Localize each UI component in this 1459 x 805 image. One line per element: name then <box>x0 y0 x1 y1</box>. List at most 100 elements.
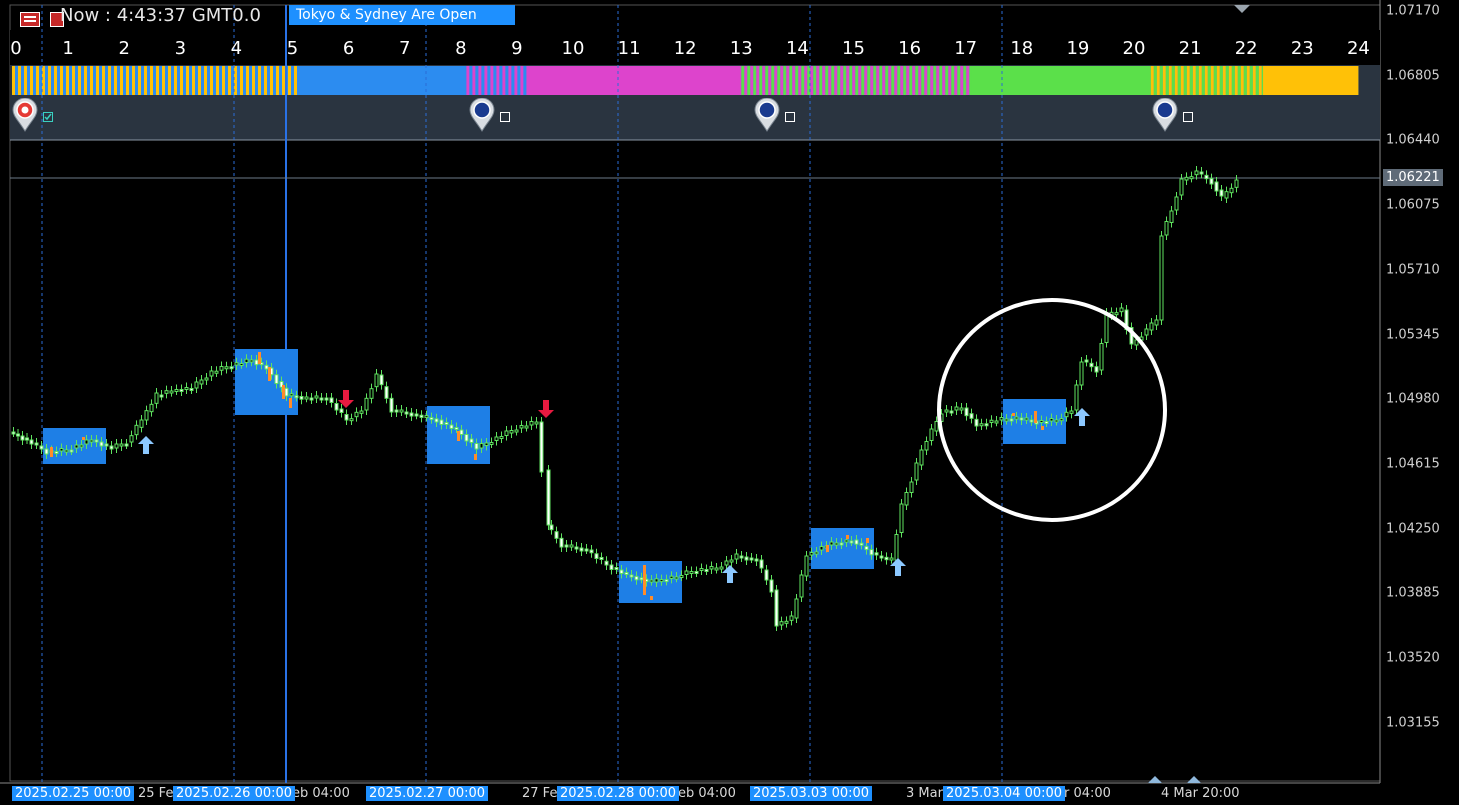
candle-body <box>39 445 44 450</box>
stripe <box>825 66 829 95</box>
stripe <box>72 66 75 95</box>
stripe <box>1171 66 1175 95</box>
japan-flag-pin-icon[interactable] <box>12 97 38 132</box>
candle-body <box>494 436 499 441</box>
price-label: 1.07170 <box>1386 3 1440 19</box>
stripe <box>1234 66 1238 95</box>
stripe <box>1150 66 1154 95</box>
stripe <box>192 66 195 95</box>
hour-label: 23 <box>1290 38 1314 59</box>
menu-icon[interactable] <box>20 12 40 27</box>
hour-label: 4 <box>230 38 243 59</box>
candle-body <box>959 407 964 411</box>
candle-body <box>779 621 784 626</box>
stripe <box>963 66 967 95</box>
stripe <box>144 66 147 95</box>
candle-body <box>919 449 924 466</box>
stripe <box>1153 66 1157 95</box>
stripe <box>120 66 123 95</box>
price-label: 1.03520 <box>1386 650 1440 666</box>
candle-body <box>674 576 679 580</box>
candle-body <box>924 441 929 451</box>
candle-body <box>554 531 559 539</box>
new-york-checkbox[interactable] <box>785 112 795 122</box>
tokyo-checkbox[interactable] <box>43 112 53 122</box>
candle-body <box>546 469 551 526</box>
candle-body <box>264 364 269 370</box>
candle-body <box>994 420 999 424</box>
candle-body <box>549 524 554 531</box>
candle-body <box>869 549 874 556</box>
hour-label: 0 <box>10 38 22 59</box>
stripe <box>897 66 901 95</box>
stripe <box>225 66 228 95</box>
stripe <box>843 66 847 95</box>
candle-body-down <box>457 431 460 441</box>
candle-body <box>1214 181 1219 192</box>
price-label: 1.03155 <box>1386 715 1440 731</box>
stripe <box>78 66 81 95</box>
stripe <box>108 66 111 95</box>
stripe <box>75 66 78 95</box>
wellington-checkbox[interactable] <box>1183 112 1193 122</box>
scroll-marker-icon[interactable] <box>1234 5 1250 13</box>
stripe <box>183 66 186 95</box>
stripe <box>1165 66 1169 95</box>
stripe <box>834 66 838 95</box>
stripe <box>282 66 285 95</box>
candle-body <box>449 424 454 429</box>
candle-body <box>424 415 429 419</box>
new-zealand-flag-pin-icon[interactable] <box>1152 97 1178 132</box>
usa-flag-pin-icon[interactable] <box>754 97 780 132</box>
candle-body <box>904 492 909 506</box>
sydney-checkbox[interactable] <box>500 112 510 122</box>
stripe <box>153 66 156 95</box>
time-label: eb 04:00 <box>292 786 350 801</box>
australia-flag-pin-icon[interactable] <box>469 97 495 132</box>
stripe <box>858 66 862 95</box>
candle-body <box>614 567 619 570</box>
stripe <box>484 66 488 95</box>
candle-body <box>949 410 954 414</box>
stripe <box>1258 66 1262 95</box>
candle-body <box>384 386 389 399</box>
candle-body <box>834 542 839 546</box>
stripe <box>918 66 922 95</box>
arrow-up-icon <box>890 558 906 576</box>
stripe <box>294 66 297 95</box>
date-label: 2025.03.03 00:00 <box>750 786 873 801</box>
hour-label: 21 <box>1178 38 1202 59</box>
candle-body <box>309 397 314 401</box>
candle-body <box>729 559 734 563</box>
stripe <box>1183 66 1187 95</box>
hour-label: 3 <box>174 38 187 59</box>
stripe <box>879 66 883 95</box>
stripe <box>508 66 512 95</box>
candle-body <box>589 549 594 554</box>
stripe <box>171 66 174 95</box>
stripe <box>57 66 60 95</box>
axis-marker-icon <box>1148 776 1162 783</box>
hour-label: 17 <box>954 38 978 59</box>
stripe <box>159 66 162 95</box>
price-chart[interactable] <box>0 0 1459 805</box>
candle-body <box>34 442 39 446</box>
stripe <box>90 66 93 95</box>
candle-body <box>579 547 584 552</box>
candle-body <box>444 422 449 425</box>
candle-body <box>79 444 84 448</box>
candle-body <box>969 413 974 419</box>
stripe <box>33 66 36 95</box>
stripe <box>915 66 919 95</box>
hour-label: 9 <box>511 38 523 59</box>
stripe <box>909 66 913 95</box>
candle-body <box>574 546 579 550</box>
price-label: 1.06805 <box>1386 68 1440 84</box>
stripe <box>126 66 129 95</box>
stripe <box>502 66 506 95</box>
candle-body <box>694 571 699 574</box>
stripe <box>475 66 479 95</box>
stripe <box>186 66 189 95</box>
sell-signal-arrow <box>538 400 554 418</box>
candle-body-down <box>643 565 646 595</box>
